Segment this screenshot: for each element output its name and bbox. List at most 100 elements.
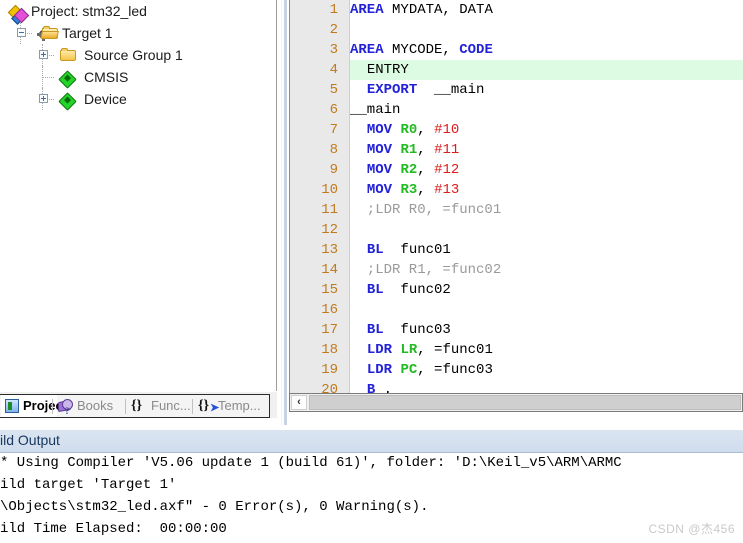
tab-label: Func... — [151, 398, 191, 413]
code-text: AREA MYCODE, CODE — [350, 40, 493, 60]
code-token: MOV — [366, 182, 393, 198]
tab-project[interactable]: Project — [1, 395, 67, 417]
csdn-watermark: CSDN @杰456 — [648, 522, 735, 536]
build-output-text[interactable]: * Using Compiler 'V5.06 update 1 (build … — [0, 453, 743, 543]
code-line[interactable]: 14 ;LDR R1, =func02 — [290, 260, 743, 280]
build-output-header: ild Output — [0, 430, 743, 453]
editor-bottom-gap — [289, 412, 743, 425]
splitter-line-1 — [281, 0, 282, 425]
code-line[interactable]: 11 ;LDR R0, =func01 — [290, 200, 743, 220]
scroll-left-arrow-icon[interactable]: ‹ — [291, 395, 307, 410]
line-number: 6 — [329, 102, 338, 118]
tree-item-source-group-1[interactable]: Source Group 1 — [0, 44, 277, 66]
code-token: #12 — [434, 162, 460, 178]
tree-item-label: Device — [84, 91, 127, 107]
tab-separator — [52, 399, 53, 414]
code-lines[interactable]: 1 AREA MYDATA, DATA 2 3 AREA MYCODE, CODE 4 E… — [290, 0, 743, 393]
tree-item-label: Target 1 — [62, 25, 113, 41]
code-text: MOV R1, #11 — [350, 140, 459, 160]
line-number: 10 — [321, 182, 338, 198]
line-number: 15 — [321, 282, 338, 298]
tree-expand-icon[interactable] — [39, 94, 48, 103]
code-token: MOV — [366, 142, 393, 158]
tree-item-target-1[interactable]: Target 1 — [0, 22, 277, 44]
code-line[interactable]: 12 — [290, 220, 743, 240]
code-line[interactable]: 4 ENTRY — [290, 60, 743, 80]
code-line[interactable]: 16 — [290, 300, 743, 320]
tree-panel-right-edge — [276, 0, 277, 391]
code-line[interactable]: 18 LDR LR, =func01 — [290, 340, 743, 360]
code-line[interactable]: 1 AREA MYDATA, DATA — [290, 0, 743, 20]
editor-horizontal-scrollbar[interactable]: ‹ — [289, 393, 743, 412]
code-line[interactable]: 15 BL func02 — [290, 280, 743, 300]
folder-icon — [60, 47, 77, 62]
splitter-line-2 — [284, 0, 287, 425]
code-token: , =func03 — [417, 362, 493, 378]
code-text: EXPORT __main — [350, 80, 485, 100]
code-token: __main — [350, 102, 401, 118]
code-token: LDR — [366, 362, 393, 378]
tab-func[interactable]: {} Func... — [129, 395, 196, 417]
code-line[interactable]: 2 — [290, 20, 743, 40]
tree-item-cmsis[interactable]: CMSIS — [0, 66, 277, 89]
tabstrip-box[interactable]: Project? Books{} Func...{} ➤ Temp... — [0, 394, 270, 418]
tab-separator — [125, 399, 126, 414]
code-line[interactable]: 7 MOV R0, #10 — [290, 120, 743, 140]
code-token: BL — [366, 242, 384, 258]
code-token: . — [375, 382, 393, 393]
line-number: 13 — [321, 242, 338, 258]
line-number: 17 — [321, 322, 338, 338]
code-line[interactable]: 8 MOV R1, #11 — [290, 140, 743, 160]
code-text: BL func02 — [350, 280, 451, 300]
build-output-title: ild Output — [0, 432, 60, 448]
code-line[interactable]: 17 BL func03 — [290, 320, 743, 340]
code-token: ENTRY — [366, 62, 409, 78]
project-tree[interactable]: Project: stm32_led Target 1 Source Group 1… — [0, 0, 277, 111]
tree-expand-icon[interactable] — [39, 50, 48, 59]
code-line[interactable]: 10 MOV R3, #13 — [290, 180, 743, 200]
tree-item-project-stm32-led[interactable]: Project: stm32_led — [0, 0, 277, 25]
code-line[interactable]: 20 B . — [290, 380, 743, 393]
tree-collapse-icon[interactable] — [17, 28, 26, 37]
build-output-line: ild target 'Target 1' — [0, 477, 177, 493]
code-token: , — [417, 182, 435, 198]
line-number: 3 — [329, 42, 338, 58]
code-token: R3 — [400, 182, 418, 198]
code-token: R0 — [400, 122, 418, 138]
code-line[interactable]: 5 EXPORT __main — [290, 80, 743, 100]
code-line[interactable]: 3 AREA MYCODE, CODE — [290, 40, 743, 60]
tab-temp[interactable]: {} ➤ Temp... — [196, 395, 268, 417]
code-line[interactable]: 13 BL func01 — [290, 240, 743, 260]
line-number: 12 — [321, 222, 338, 238]
tab-books[interactable]: ? Books — [56, 395, 129, 417]
scrollbar-thumb[interactable] — [309, 395, 741, 410]
code-line[interactable]: 9 MOV R2, #12 — [290, 160, 743, 180]
tab-label: Temp... — [218, 398, 261, 413]
line-number: 1 — [329, 2, 338, 18]
project-tree-panel[interactable]: Project: stm32_led Target 1 Source Group 1… — [0, 0, 278, 391]
vertical-splitter[interactable] — [278, 0, 288, 425]
tree-item-device[interactable]: Device — [0, 88, 277, 111]
code-token: ;LDR R0, =func01 — [350, 202, 502, 218]
line-number: 18 — [321, 342, 338, 358]
left-panel-tabstrip[interactable]: Project? Books{} Func...{} ➤ Temp... — [0, 392, 277, 418]
code-editor[interactable]: 1 AREA MYDATA, DATA 2 3 AREA MYCODE, CODE 4 E… — [289, 0, 743, 393]
code-token: MOV — [366, 162, 393, 178]
project-icon — [0, 3, 30, 25]
component-diamond-icon — [58, 69, 77, 89]
line-number: 5 — [329, 82, 338, 98]
code-token: R2 — [400, 162, 418, 178]
code-line[interactable]: 6 __main — [290, 100, 743, 120]
code-token: LR — [400, 342, 418, 358]
code-text: AREA MYDATA, DATA — [350, 0, 493, 20]
code-line[interactable]: 19 LDR PC, =func03 — [290, 360, 743, 380]
component-diamond-icon — [58, 91, 77, 111]
top-area: Project: stm32_led Target 1 Source Group 1… — [0, 0, 743, 425]
